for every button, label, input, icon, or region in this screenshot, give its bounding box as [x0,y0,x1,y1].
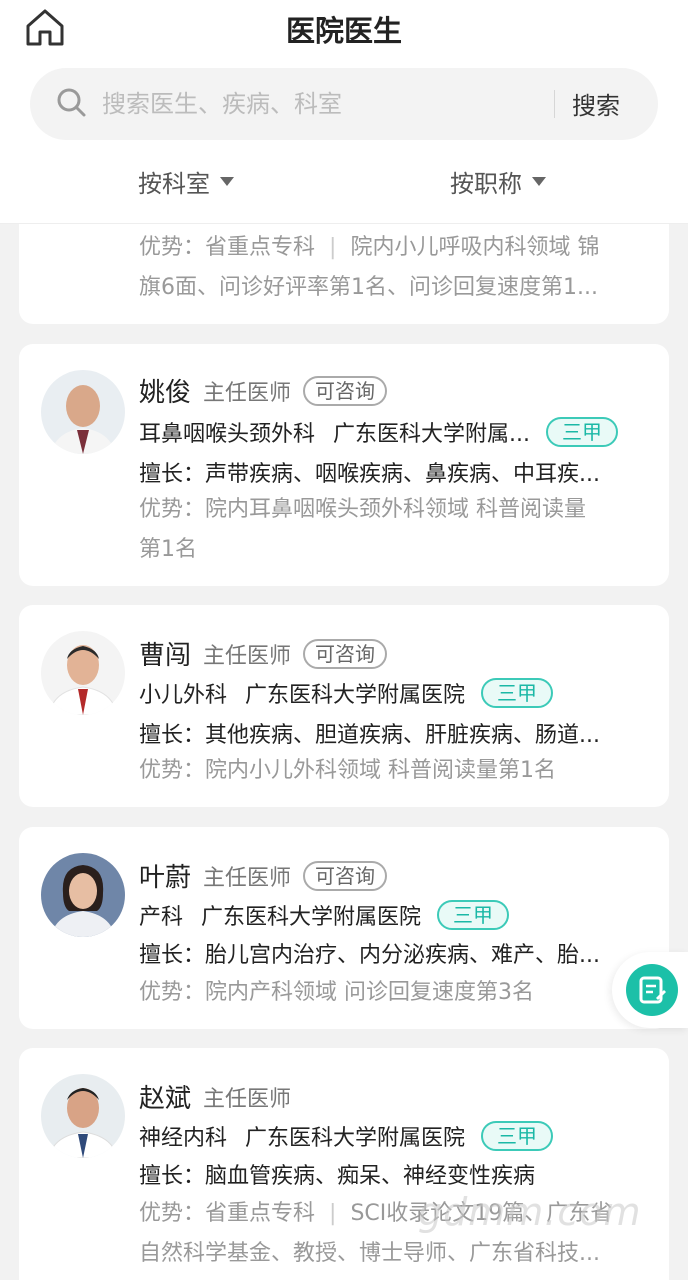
specialty-row: 擅长：声带疾病、咽喉疾病、鼻疾病、中耳疾... [139,462,600,487]
doctor-title: 主任医师 [203,643,292,669]
department-row: 产科 广东医科大学附属医院 三甲 [139,899,649,931]
advantage-row: 优势：院内小儿外科领域 科普阅读量第1名 [139,758,556,783]
doctor-card[interactable]: 曹闯 主任医师 可咨询 小儿外科 广东医科大学附属医院 三甲 擅长：其他疾病、胆… [19,605,669,807]
doctor-title: 主任医师 [203,1086,292,1112]
advantage-row-2: 旗6面、问诊好评率第1名、问诊回复速度第1... [139,275,598,300]
consult-badge: 可咨询 [303,860,388,891]
doctor-name: 姚俊 [139,378,192,408]
hospital-name: 广东医科大学附属医院 [245,683,466,708]
caret-down-icon [220,177,234,186]
filter-department-label: 按科室 [138,170,210,198]
doctor-title: 主任医师 [203,380,292,406]
advantage-tag: 优势：省重点专科 [139,1201,316,1226]
divider: | [329,1201,337,1226]
hospital-level-badge: 三甲 [546,417,618,447]
consult-badge: 可咨询 [303,375,388,406]
department: 神经内科 [139,1126,228,1151]
avatar [41,631,125,715]
hospital-level-badge: 三甲 [481,678,554,708]
watermark: gdmm.com [418,1190,642,1234]
hospital-level-badge: 三甲 [437,900,510,930]
doctor-name-row: 叶蔚 主任医师 可咨询 [139,857,649,894]
avatar [41,370,125,454]
department-row: 神经内科 广东医科大学附属医院 三甲 [139,1120,649,1152]
search-divider [554,90,555,118]
hospital-level-badge: 三甲 [481,1121,554,1151]
page-header: 医院医生 搜索 按科室 按职称 [0,0,688,224]
advantage-row: 优势：院内耳鼻咽喉头颈外科领域 科普阅读量 [139,497,586,522]
edit-note-icon [626,964,678,1016]
divider: | [329,235,337,260]
consult-badge: 可咨询 [303,638,388,669]
doctor-name: 曹闯 [139,641,192,671]
department: 耳鼻咽喉头颈外科 [139,422,316,447]
specialty-row: 擅长：胎儿宫内治疗、内分泌疾病、难产、胎... [139,943,600,968]
doctor-name-row: 曹闯 主任医师 可咨询 [139,635,649,672]
filter-title-label: 按职称 [450,170,522,198]
advantage-row: 优势：院内产科领域 问诊回复速度第3名 [139,980,534,1005]
advantage-tag: 省重点专科 [205,235,316,260]
advantage-text: 院内小儿呼吸内科领域 锦 [350,235,600,260]
doctor-name: 叶蔚 [139,863,192,893]
advantage-row-2: 第1名 [139,537,197,562]
doctor-name-row: 赵斌 主任医师 [139,1078,649,1115]
hospital-name: 广东医科大学附属... [333,422,530,447]
doctor-name: 赵斌 [139,1084,192,1114]
department-row: 小儿外科 广东医科大学附属医院 三甲 [139,677,649,709]
doctor-card[interactable]: 赵斌 主任医师 神经内科 广东医科大学附属医院 三甲 擅长：脑血管疾病、痴呆、神… [19,1048,669,1280]
filter-title[interactable]: 按职称 [450,164,546,199]
advantage-label: 优势： [139,235,206,260]
advantage-row: 优势：省重点专科 | 院内小儿呼吸内科领域 锦 [139,228,649,267]
hospital-name: 广东医科大学附属医院 [245,1126,466,1151]
doctor-name-row: 姚俊 主任医师 可咨询 [139,372,649,409]
floating-consult-button[interactable] [612,952,688,1028]
department-row: 耳鼻咽喉头颈外科 广东医科大学附属... 三甲 [139,416,649,448]
caret-down-icon [532,177,546,186]
doctor-card[interactable]: 姚俊 主任医师 可咨询 耳鼻咽喉头颈外科 广东医科大学附属... 三甲 擅长：声… [19,344,669,586]
avatar [41,1074,125,1158]
doctor-card[interactable]: 叶蔚 主任医师 可咨询 产科 广东医科大学附属医院 三甲 擅长：胎儿宫内治疗、内… [19,827,669,1029]
page-title: 医院医生 [285,14,402,48]
search-button[interactable]: 搜索 [572,86,620,121]
advantage-row-2: 自然科学基金、教授、博士导师、广东省科技... [139,1241,600,1266]
search-icon [57,88,86,117]
department: 小儿外科 [139,683,228,708]
search-input[interactable] [102,84,522,124]
doctor-title: 主任医师 [203,865,292,891]
hospital-name: 广东医科大学附属医院 [201,905,422,930]
specialty-row: 擅长：脑血管疾病、痴呆、神经变性疾病 [139,1164,536,1189]
search-bar: 搜索 [30,68,658,140]
department: 产科 [139,905,184,930]
specialty-row: 擅长：其他疾病、胆道疾病、肝脏疾病、肠道... [139,723,600,748]
avatar [41,853,125,937]
filter-department[interactable]: 按科室 [138,164,234,199]
